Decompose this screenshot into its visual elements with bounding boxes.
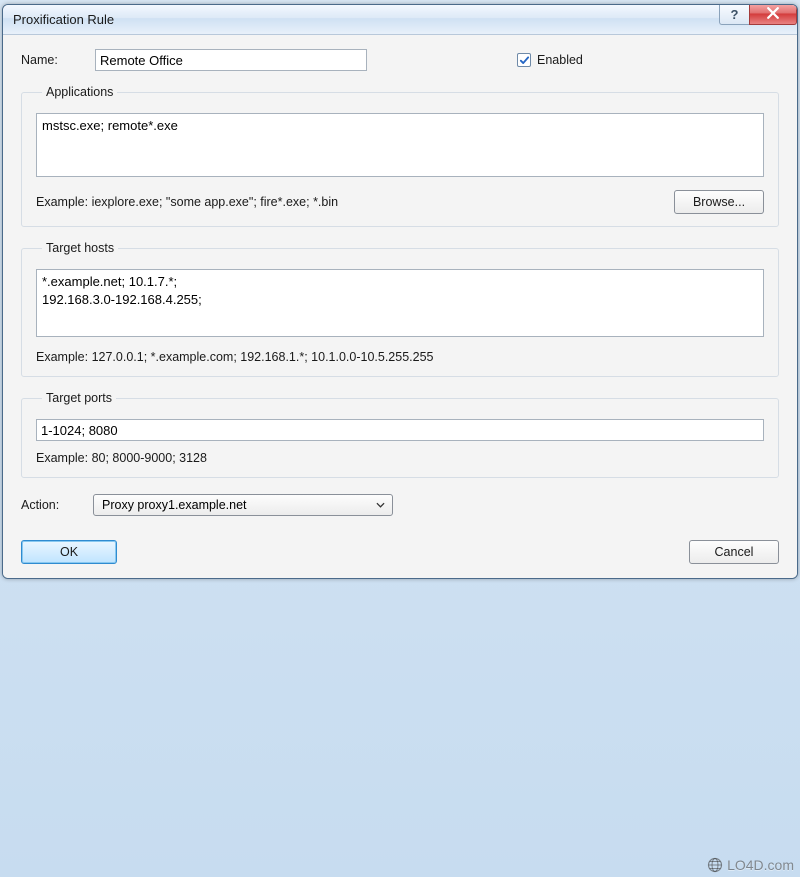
target-ports-input[interactable] xyxy=(36,419,764,441)
enabled-wrap: Enabled xyxy=(517,53,583,67)
globe-icon xyxy=(707,857,723,873)
target-hosts-example: Example: 127.0.0.1; *.example.com; 192.1… xyxy=(36,350,434,364)
action-dropdown[interactable]: Proxy proxy1.example.net xyxy=(93,494,393,516)
applications-legend: Applications xyxy=(42,85,117,99)
action-row: Action: Proxy proxy1.example.net xyxy=(21,494,779,516)
target-ports-example: Example: 80; 8000-9000; 3128 xyxy=(36,451,207,465)
close-button[interactable] xyxy=(749,5,797,25)
applications-example: Example: iexplore.exe; "some app.exe"; f… xyxy=(36,195,338,209)
check-icon xyxy=(519,55,530,66)
titlebar: Proxification Rule ? xyxy=(3,5,797,35)
window-controls: ? xyxy=(719,5,797,27)
chevron-down-icon xyxy=(372,497,388,513)
applications-group: Applications mstsc.exe; remote*.exe Exam… xyxy=(21,85,779,227)
action-selected-value: Proxy proxy1.example.net xyxy=(102,498,247,512)
dialog-window: Proxification Rule ? Name: xyxy=(2,4,798,579)
name-input[interactable] xyxy=(95,49,367,71)
name-label: Name: xyxy=(21,53,95,67)
close-icon xyxy=(767,7,779,22)
browse-button[interactable]: Browse... xyxy=(674,190,764,214)
target-ports-group: Target ports Example: 80; 8000-9000; 312… xyxy=(21,391,779,478)
target-ports-footer-row: Example: 80; 8000-9000; 3128 xyxy=(36,451,764,465)
watermark-text: LO4D.com xyxy=(727,857,794,873)
target-hosts-group: Target hosts *.example.net; 10.1.7.*; 19… xyxy=(21,241,779,377)
target-hosts-footer-row: Example: 127.0.0.1; *.example.com; 192.1… xyxy=(36,350,764,364)
dialog-footer: OK Cancel xyxy=(21,540,779,564)
window-title: Proxification Rule xyxy=(3,12,114,27)
help-icon: ? xyxy=(731,7,739,22)
watermark: LO4D.com xyxy=(707,857,794,873)
enabled-label: Enabled xyxy=(537,53,583,67)
target-hosts-legend: Target hosts xyxy=(42,241,118,255)
target-hosts-textarea[interactable]: *.example.net; 10.1.7.*; 192.168.3.0-192… xyxy=(36,269,764,337)
name-row: Name: Enabled xyxy=(21,49,779,71)
help-button[interactable]: ? xyxy=(719,5,749,25)
action-label: Action: xyxy=(21,498,93,512)
target-ports-legend: Target ports xyxy=(42,391,116,405)
enabled-checkbox[interactable] xyxy=(517,53,531,67)
dialog-client-area: Name: Enabled Applications mstsc.exe; re… xyxy=(3,35,797,578)
cancel-button[interactable]: Cancel xyxy=(689,540,779,564)
ok-button[interactable]: OK xyxy=(21,540,117,564)
applications-footer-row: Example: iexplore.exe; "some app.exe"; f… xyxy=(36,190,764,214)
applications-textarea[interactable]: mstsc.exe; remote*.exe xyxy=(36,113,764,177)
